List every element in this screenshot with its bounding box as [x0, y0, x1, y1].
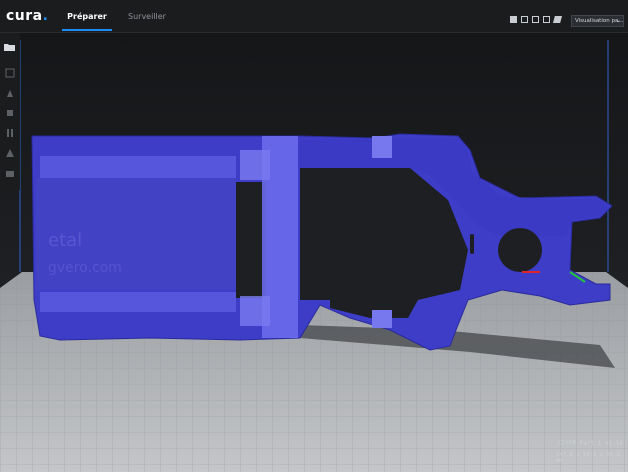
right-view-icon[interactable]: [553, 16, 562, 23]
chevron-down-icon: ⌄: [615, 17, 621, 24]
3d-viewport[interactable]: etal gvero.com: [0, 0, 628, 472]
cura-logo: cura.: [6, 8, 49, 24]
tab-prepare[interactable]: Préparer: [62, 0, 112, 31]
tab-monitor[interactable]: Surveiller: [122, 0, 172, 31]
svg-text:gvero.com: gvero.com: [48, 260, 122, 276]
object-name: CFFFP_Part 1 v1.16: [558, 440, 624, 447]
svg-text:etal: etal: [48, 230, 82, 251]
mirror-icon[interactable]: [3, 126, 17, 140]
open-folder-icon[interactable]: [3, 40, 17, 54]
scale-icon[interactable]: [3, 86, 17, 100]
front-view-icon[interactable]: [521, 16, 528, 23]
view-orientation-buttons: [510, 16, 562, 23]
left-view-icon[interactable]: [543, 16, 550, 23]
tool-sidebar: [0, 32, 20, 190]
rotate-icon[interactable]: [3, 106, 17, 120]
view-mode-select[interactable]: Visualisation pa... ⌄: [571, 15, 624, 27]
per-model-settings-icon[interactable]: [3, 146, 17, 160]
top-bar: cura. Préparer Surveiller Visualisation …: [0, 0, 628, 33]
move-icon[interactable]: [3, 66, 17, 80]
3d-view-icon[interactable]: [510, 16, 517, 23]
support-blocker-icon[interactable]: [3, 166, 17, 180]
object-dimensions: 147.0 x 54.5 x 56.8 mm: [556, 452, 620, 464]
top-view-icon[interactable]: [532, 16, 539, 23]
